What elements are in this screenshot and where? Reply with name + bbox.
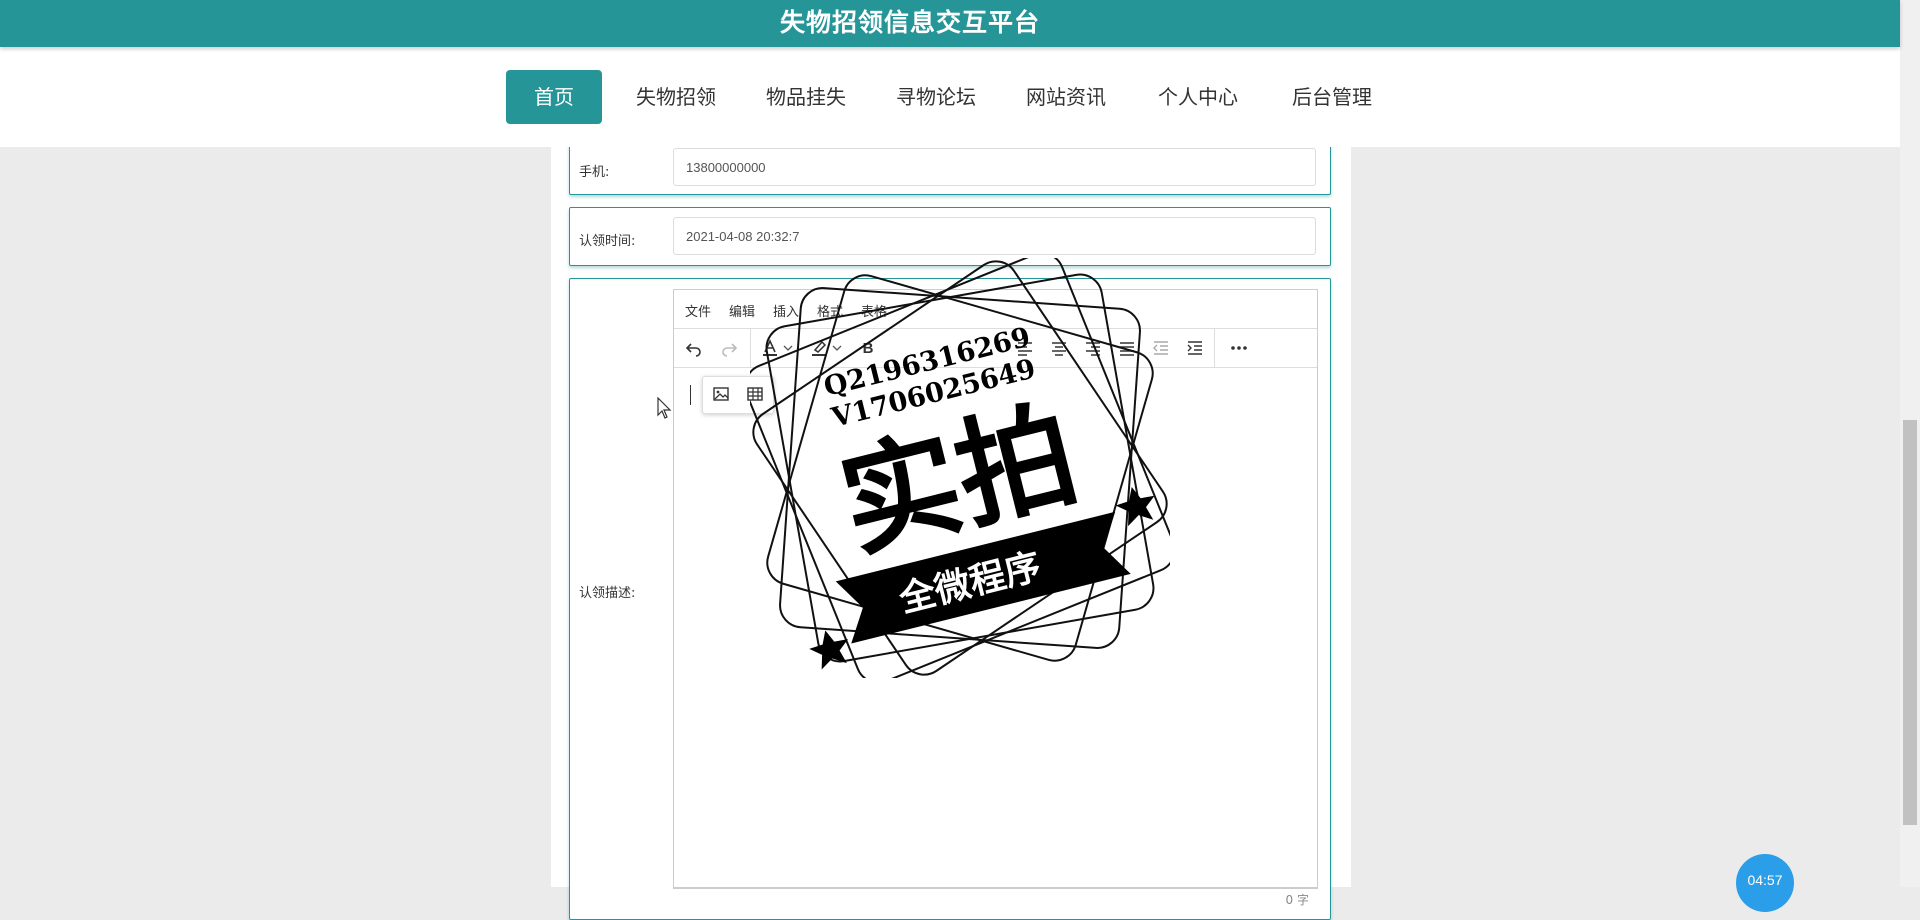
scrollbar-thumb[interactable] [1903,420,1917,825]
more-icon[interactable] [1227,336,1251,360]
indent-icon[interactable] [1183,336,1207,360]
nav-forum[interactable]: 寻物论坛 [884,70,988,124]
timer-badge[interactable]: 04:57 [1736,854,1794,912]
undo-icon[interactable] [682,336,706,360]
redo-icon[interactable] [717,336,741,360]
watermark-stamp: Q2196316269 V1706025649 实拍 全微程序 [750,258,1170,678]
toolbar-separator [1214,329,1215,367]
claim-time-input[interactable] [673,217,1316,255]
claim-time-label: 认领时间: [579,234,636,249]
phone-label: 手机: [579,165,610,180]
menu-file[interactable]: 文件 [685,301,711,320]
top-header-bar: 失物招领信息交互平台 [0,0,1900,47]
main-navigation: 首页 失物招领 物品挂失 寻物论坛 网站资讯 个人中心 后台管理 [0,47,1900,147]
nav-news[interactable]: 网站资讯 [1014,70,1118,124]
nav-user-center[interactable]: 个人中心 [1146,70,1250,124]
nav-lost-found[interactable]: 失物招领 [624,70,728,124]
phone-field-row: 手机: [569,141,1331,195]
editor-statusbar-line [674,887,1317,888]
phone-input[interactable] [673,148,1316,186]
nav-admin[interactable]: 后台管理 [1280,70,1384,124]
site-title: 失物招领信息交互平台 [779,8,1040,37]
claim-description-label: 认领描述: [579,586,636,601]
nav-item-report-loss[interactable]: 物品挂失 [754,70,858,124]
word-count: 0 字 [1285,893,1309,907]
star-icon [809,630,849,670]
text-caret [690,385,691,405]
insert-image-icon[interactable] [709,382,733,406]
nav-home[interactable]: 首页 [506,70,602,124]
page-scrollbar[interactable] [1900,0,1920,887]
mouse-cursor-icon [657,397,672,419]
